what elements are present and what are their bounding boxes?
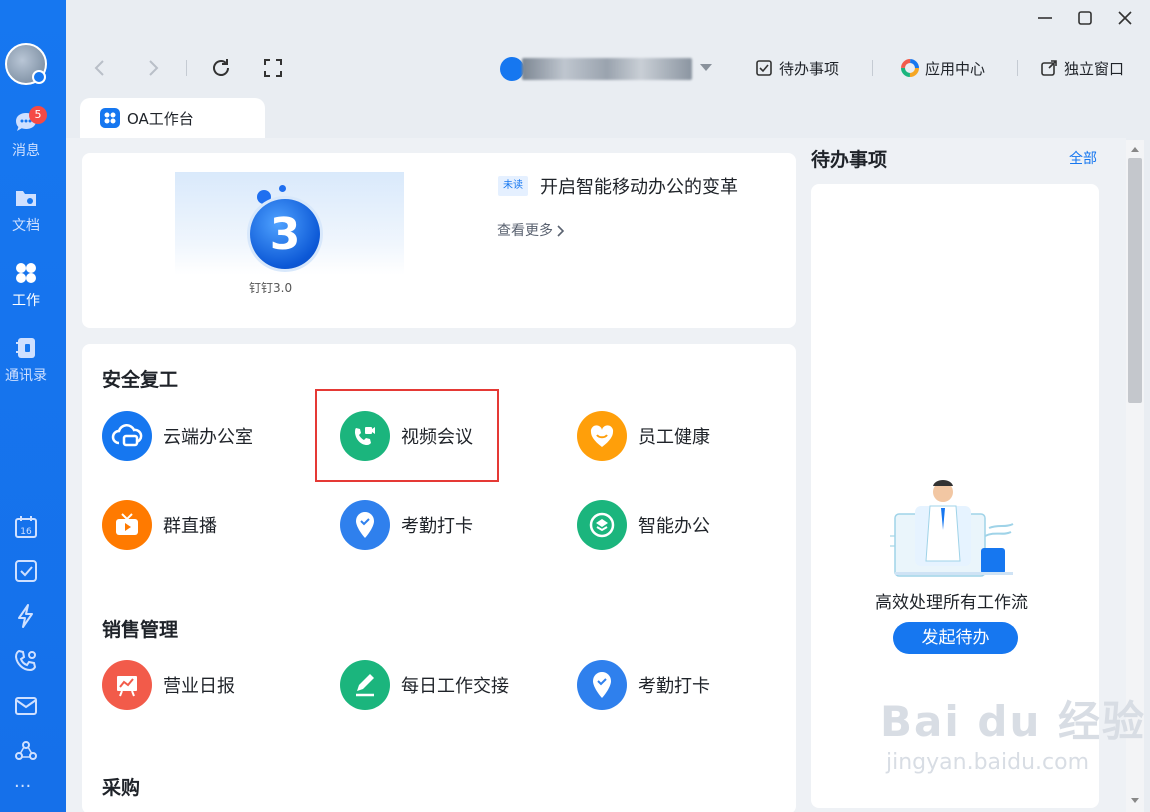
app-label: 每日工作交接 (401, 676, 509, 697)
folder-icon (16, 191, 36, 206)
app-center-button[interactable]: 应用中心 (901, 56, 985, 80)
app-daily-handover[interactable]: 每日工作交接 (340, 660, 509, 710)
checkbox-icon (756, 60, 772, 76)
rail-label: 消息 (12, 143, 40, 159)
section-title: 销售管理 (102, 619, 179, 641)
more-icon[interactable]: ··· (14, 776, 31, 797)
grid-icon (100, 108, 120, 128)
decor-dot (279, 185, 286, 192)
phone-icon[interactable] (13, 648, 39, 674)
app-attendance-sales[interactable]: 考勤打卡 (577, 660, 710, 710)
cloud-icon (102, 411, 152, 461)
app-center-label: 应用中心 (925, 59, 986, 78)
app-label: 云端办公室 (163, 427, 253, 448)
app-smart-office[interactable]: 智能办公 (577, 500, 710, 550)
view-all-link[interactable]: 全部 (1069, 148, 1097, 168)
org-logo-icon[interactable] (500, 57, 524, 81)
calendar-icon[interactable]: 16 (13, 514, 39, 540)
maximize-icon[interactable] (1075, 8, 1095, 28)
svg-text:16: 16 (20, 527, 32, 537)
close-icon[interactable] (1115, 8, 1135, 28)
scroll-down-icon[interactable] (1130, 797, 1140, 805)
standalone-label: 独立窗口 (1064, 59, 1125, 78)
lightning-icon[interactable] (13, 603, 39, 629)
news-title-link[interactable]: 开启智能移动办公的变革 (540, 173, 738, 199)
highlight-box (315, 389, 499, 482)
section-title: 安全复工 (102, 369, 179, 391)
scrollbar-thumb[interactable] (1128, 158, 1142, 403)
watermark-logo: Bai du 经验 (880, 697, 1146, 746)
app-label: 营业日报 (163, 676, 235, 697)
rail-item-docs[interactable]: 文档 (0, 185, 52, 235)
app-cloud-office[interactable]: 云端办公室 (102, 411, 253, 461)
rail-label: 工作 (12, 293, 40, 309)
heart-smile-icon (577, 411, 627, 461)
app-center-icon (901, 59, 919, 77)
divider (1017, 60, 1018, 76)
tab-oa-workbench[interactable]: OA工作台 (80, 98, 265, 138)
todo-button[interactable]: 待办事项 (755, 56, 839, 80)
create-todo-button[interactable]: 发起待办 (893, 622, 1018, 654)
watermark-url: jingyan.baidu.com (886, 750, 1090, 775)
fullscreen-icon[interactable] (263, 58, 283, 78)
app-label: 考勤打卡 (638, 676, 710, 697)
app-label: 考勤打卡 (401, 516, 473, 537)
app-label: 群直播 (163, 516, 217, 537)
section-title: 采购 (102, 777, 141, 799)
divider (872, 60, 873, 76)
chevron-down-icon[interactable] (699, 63, 713, 73)
chevron-right-icon (557, 225, 565, 237)
status-dot (32, 70, 46, 84)
app-daily-sales-report[interactable]: 营业日报 (102, 660, 235, 710)
grid-icon (16, 263, 36, 283)
app-group-live[interactable]: 群直播 (102, 500, 217, 550)
minimize-icon[interactable] (1035, 8, 1055, 28)
mail-icon[interactable] (13, 693, 39, 719)
location-check-icon (577, 660, 627, 710)
app-attendance[interactable]: 考勤打卡 (340, 500, 473, 550)
refresh-icon[interactable] (210, 57, 232, 79)
view-more-link[interactable]: 查看更多 (497, 220, 565, 240)
app-label: 智能办公 (638, 516, 710, 537)
divider (186, 60, 187, 76)
rail-item-work[interactable]: 工作 (0, 260, 52, 310)
todo-panel-title: 待办事项 (811, 149, 888, 171)
forward-icon[interactable] (143, 58, 163, 78)
location-check-icon (340, 500, 390, 550)
rail-item-contacts[interactable]: 通讯录 (0, 335, 52, 385)
unread-badge: 5 (29, 106, 47, 124)
todo-empty-text: 高效处理所有工作流 (875, 593, 1028, 613)
tab-label: OA工作台 (127, 109, 194, 128)
back-icon[interactable] (90, 58, 110, 78)
rail-label: 文档 (12, 218, 40, 234)
contacts-icon (16, 338, 35, 358)
dingtalk-3-logo: 3 (250, 199, 320, 269)
rail-label: 通讯录 (5, 368, 47, 384)
tv-icon (102, 500, 152, 550)
left-rail: 消息 5 文档 工作 通讯录 16 ··· (0, 0, 66, 812)
app-label: 员工健康 (638, 427, 710, 448)
view-more-label: 查看更多 (497, 223, 553, 239)
pen-icon (340, 660, 390, 710)
external-window-icon (1041, 60, 1057, 76)
smart-office-icon (577, 500, 627, 550)
group-icon[interactable] (13, 738, 39, 764)
org-switcher[interactable] (522, 58, 692, 80)
checkbox-icon[interactable] (13, 558, 39, 584)
app-employee-health[interactable]: 员工健康 (577, 411, 710, 461)
unread-badge: 未读 (498, 176, 528, 196)
todo-label: 待办事项 (779, 59, 840, 78)
report-chart-icon (102, 660, 152, 710)
standalone-window-button[interactable]: 独立窗口 (1040, 56, 1124, 80)
scroll-up-icon[interactable] (1130, 145, 1140, 153)
banner-caption: 钉钉3.0 (249, 281, 293, 295)
empty-state-illustration (890, 480, 1014, 577)
